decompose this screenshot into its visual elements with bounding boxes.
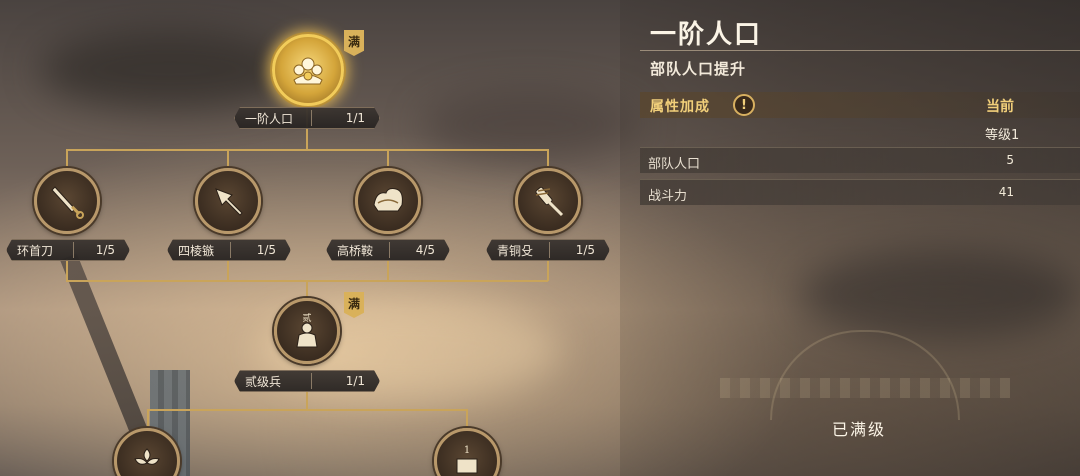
tree-connector	[66, 259, 68, 281]
divider	[311, 110, 312, 126]
node-name: 一阶人口	[245, 111, 294, 126]
skill-node-mace[interactable]	[515, 168, 581, 234]
node-label-mid: 贰级兵 1/1	[234, 370, 380, 392]
mace-icon	[535, 186, 564, 217]
node-label-top: 一阶人口 1/1	[234, 107, 380, 129]
tree-connector	[66, 149, 548, 151]
maxed-badge: 满	[344, 292, 364, 318]
stat-row: 部队人口 5	[640, 147, 1080, 173]
detail-title: 一阶人口	[650, 20, 763, 50]
skill-node-top[interactable]	[272, 34, 344, 106]
stat-value: 41	[998, 185, 1014, 199]
node-name: 贰级兵	[245, 374, 282, 389]
info-alert-icon[interactable]: !	[733, 94, 755, 116]
divider	[73, 242, 74, 258]
skill-node-saddle[interactable]	[355, 168, 421, 234]
arrowhead-icon	[215, 188, 243, 216]
current-column-label: 当前	[986, 99, 1014, 115]
stat-row: 战斗力 41	[640, 179, 1080, 205]
node-name: 四棱镞	[178, 243, 215, 258]
sword-icon	[51, 186, 84, 219]
stat-value: 5	[1006, 153, 1014, 167]
tree-connector	[227, 259, 229, 281]
flower-icon	[134, 448, 160, 465]
level-label: 等级1	[985, 128, 1020, 143]
node-progress: 1/5	[95, 243, 115, 257]
tree-connector	[306, 392, 308, 410]
node-label: 青铜殳 1/5	[486, 239, 610, 261]
detail-subtitle: 部队人口提升	[650, 60, 747, 78]
emblem-text: 1	[464, 445, 470, 456]
banner-icon: 1	[456, 445, 478, 474]
divider	[311, 373, 312, 389]
skill-node-soldier[interactable]: 贰	[274, 298, 340, 364]
node-name: 环首刀	[17, 243, 54, 258]
stat-name: 战斗力	[648, 189, 688, 204]
tree-connector	[147, 409, 467, 411]
node-progress: 1/5	[256, 243, 276, 257]
cloud	[40, 30, 300, 110]
divider	[389, 242, 390, 258]
node-progress: 1/1	[345, 111, 365, 125]
node-name: 高桥鞍	[337, 243, 374, 258]
ornament-crown-icon	[293, 57, 323, 85]
node-progress: 1/1	[345, 374, 365, 388]
node-progress: 1/5	[575, 243, 595, 257]
node-label: 四棱镞 1/5	[167, 239, 291, 261]
tree-connector	[547, 259, 549, 281]
emblem-text: 贰	[302, 312, 311, 324]
stat-name: 部队人口	[648, 157, 701, 172]
node-label: 高桥鞍 4/5	[326, 239, 450, 261]
attr-header-label: 属性加成	[650, 99, 710, 115]
node-name: 青铜殳	[497, 243, 534, 258]
skill-node-ring-sword[interactable]	[34, 168, 100, 234]
divider	[549, 242, 550, 258]
max-level-status: 已满级	[832, 420, 887, 439]
maxed-badge: 满	[344, 30, 364, 56]
node-progress: 4/5	[415, 243, 435, 257]
skill-node-banner[interactable]: 1	[434, 428, 500, 476]
soldier-icon: 贰	[296, 312, 318, 348]
saddle-icon	[373, 188, 403, 212]
skill-node-arrowhead[interactable]	[195, 168, 261, 234]
tree-connector	[387, 259, 389, 281]
divider	[640, 50, 1080, 51]
node-label: 环首刀 1/5	[6, 239, 130, 261]
ornament-band	[720, 378, 1010, 398]
divider	[230, 242, 231, 258]
